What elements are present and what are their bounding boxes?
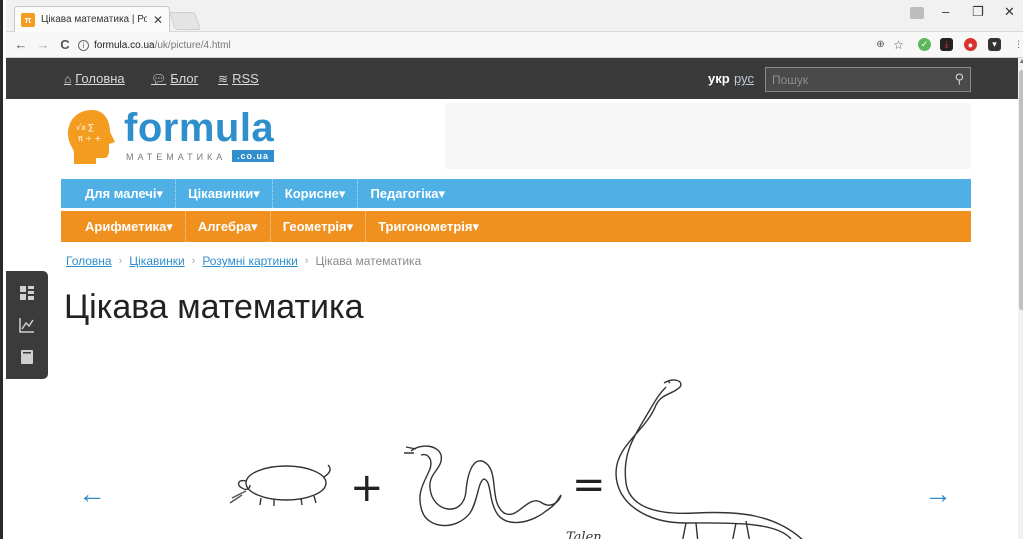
language-switch-link[interactable]: рус bbox=[734, 71, 754, 86]
address-toolbar: ← → C i formula.co.ua/uk/picture/4.html … bbox=[6, 32, 1023, 58]
zoom-icon[interactable]: ⊕ bbox=[874, 38, 887, 51]
menu-item-geometry[interactable]: Геометрія▾ bbox=[271, 211, 367, 242]
menu-item-useful[interactable]: Корисне▾ bbox=[273, 179, 359, 208]
site-logo[interactable]: √x ∑ π ÷ + formula МАТЕМАТИКА .co.ua bbox=[64, 106, 294, 168]
tab-title: Цікава математика | Ро: bbox=[41, 14, 147, 25]
menu-item-kids[interactable]: Для малечі▾ bbox=[61, 179, 177, 208]
breadcrumb-interesting[interactable]: Цікавинки bbox=[129, 254, 184, 268]
minimize-icon[interactable]: – bbox=[942, 4, 949, 19]
rss-link[interactable]: ≋ RSS bbox=[218, 71, 259, 86]
previous-picture-button[interactable]: ← bbox=[78, 478, 106, 510]
site-favicon-icon: π bbox=[21, 12, 35, 27]
ad-banner-area bbox=[445, 103, 971, 169]
next-picture-button[interactable]: → bbox=[924, 478, 952, 510]
head-logo-icon: √x ∑ π ÷ + bbox=[67, 110, 115, 164]
url-path: /uk/picture/4.html bbox=[154, 39, 231, 51]
category-menu-top: Для малечі▾ Цікавинки▾ Корисне▾ Педагогі… bbox=[61, 179, 971, 208]
pocket-icon[interactable]: ▾ bbox=[988, 38, 1001, 51]
blog-link-label: Блог bbox=[170, 71, 199, 86]
menu-item-trigonometry[interactable]: Тригонометрія▾ bbox=[366, 211, 491, 242]
breadcrumb-separator: › bbox=[191, 255, 196, 267]
address-bar[interactable]: i formula.co.ua/uk/picture/4.html bbox=[78, 36, 883, 54]
bookmark-star-icon[interactable]: ☆ bbox=[892, 38, 905, 52]
logo-subtitle: МАТЕМАТИКА bbox=[126, 152, 227, 162]
artist-signature: Talen bbox=[566, 530, 602, 539]
breadcrumb: Головна › Цікавинки › Розумні картинки ›… bbox=[66, 254, 421, 268]
site-topbar: ⌂ Головна 💬︎ Блог ≋ RSS укр рус ⚲ bbox=[6, 58, 1018, 99]
breadcrumb-home[interactable]: Головна bbox=[66, 254, 112, 268]
tab-strip: π Цікава математика | Ро: ✕ – ❐ ✕ bbox=[6, 0, 1023, 32]
browser-window: π Цікава математика | Ро: ✕ – ❐ ✕ ← → C … bbox=[0, 0, 1023, 539]
blog-link[interactable]: 💬︎ Блог bbox=[151, 71, 198, 86]
rss-icon: ≋ bbox=[218, 71, 229, 86]
logo-domain-badge: .co.ua bbox=[232, 150, 275, 162]
site-info-icon[interactable]: i bbox=[78, 39, 89, 51]
home-link[interactable]: ⌂ Головна bbox=[64, 71, 125, 86]
menu-item-algebra[interactable]: Алгебра▾ bbox=[186, 211, 271, 242]
close-tab-icon[interactable]: ✕ bbox=[153, 13, 163, 27]
menu-item-arithmetic[interactable]: Арифметика▾ bbox=[61, 211, 186, 242]
breadcrumb-separator: › bbox=[304, 255, 309, 267]
menu-item-interesting[interactable]: Цікавинки▾ bbox=[176, 179, 273, 208]
menu-dots-icon[interactable]: ⋮ bbox=[1012, 38, 1023, 51]
new-tab-button[interactable] bbox=[168, 12, 202, 30]
equals-sign: = bbox=[572, 462, 606, 508]
browser-tab[interactable]: π Цікава математика | Ро: ✕ bbox=[14, 6, 170, 32]
pdf-extension-icon[interactable]: ⤓ bbox=[940, 38, 953, 51]
graph-icon[interactable] bbox=[18, 316, 36, 334]
floating-tools-panel bbox=[6, 271, 48, 379]
back-icon[interactable]: ← bbox=[14, 37, 28, 52]
category-menu-bottom: Арифметика▾ Алгебра▾ Геометрія▾ Тригоном… bbox=[61, 211, 971, 242]
chat-icon: 💬︎ bbox=[151, 71, 167, 86]
math-cartoon-image: + = Talen bbox=[229, 379, 803, 539]
breadcrumb-current: Цікава математика bbox=[315, 254, 422, 268]
book-icon[interactable] bbox=[18, 348, 36, 366]
snake-drawing bbox=[404, 445, 562, 527]
plus-sign: + bbox=[350, 465, 384, 511]
profile-icon[interactable] bbox=[910, 7, 924, 19]
scroll-up-icon[interactable]: ▲ bbox=[1018, 58, 1023, 65]
adblock-extension-icon[interactable]: ● bbox=[964, 38, 977, 51]
page-title: Цікава математика bbox=[64, 288, 364, 326]
home-icon: ⌂ bbox=[64, 71, 72, 86]
url-host: formula.co.ua bbox=[94, 39, 155, 51]
svg-text:π ÷ +: π ÷ + bbox=[78, 134, 101, 143]
breadcrumb-separator: › bbox=[118, 255, 123, 267]
breadcrumb-smart-pictures[interactable]: Розумні картинки bbox=[202, 254, 298, 268]
language-current: укр bbox=[708, 71, 730, 86]
forward-icon[interactable]: → bbox=[36, 37, 50, 52]
menu-item-pedagogy[interactable]: Педагогіка▾ bbox=[358, 179, 457, 208]
calculator-icon[interactable] bbox=[18, 284, 36, 302]
close-window-icon[interactable]: ✕ bbox=[1004, 4, 1015, 20]
shield-check-icon[interactable]: ✓ bbox=[918, 38, 931, 51]
home-link-label: Головна bbox=[75, 71, 125, 86]
search-input[interactable] bbox=[772, 71, 942, 89]
rss-link-label: RSS bbox=[232, 71, 259, 86]
pig-drawing bbox=[229, 464, 331, 506]
svg-text:√x ∑: √x ∑ bbox=[76, 123, 94, 132]
dinosaur-drawing bbox=[615, 379, 803, 539]
logo-wordmark: formula bbox=[124, 106, 275, 150]
search-box: ⚲ bbox=[765, 67, 971, 92]
page-scrollbar[interactable]: ▲ bbox=[1018, 58, 1023, 539]
search-icon[interactable]: ⚲ bbox=[954, 71, 964, 87]
scrollbar-thumb[interactable] bbox=[1019, 70, 1023, 310]
maximize-icon[interactable]: ❐ bbox=[972, 4, 984, 20]
web-page: ⌂ Головна 💬︎ Блог ≋ RSS укр рус ⚲ √x ∑ bbox=[6, 58, 1023, 539]
reload-icon[interactable]: C bbox=[58, 37, 72, 52]
